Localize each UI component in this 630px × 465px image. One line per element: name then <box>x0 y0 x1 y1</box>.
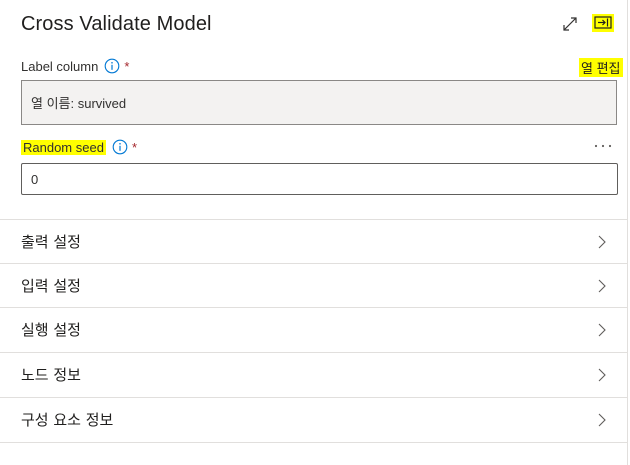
divider <box>0 442 627 443</box>
chevron-right-icon <box>598 323 606 337</box>
chevron-right-icon <box>598 413 606 427</box>
expand-icon[interactable] <box>562 16 578 32</box>
random-seed-label: Random seed * <box>21 139 137 155</box>
section-label: 실행 설정 <box>21 321 81 339</box>
random-seed-label-text: Random seed <box>21 139 106 155</box>
chevron-right-icon <box>598 235 606 249</box>
label-column-value[interactable]: 열 이름: survived <box>21 80 617 125</box>
label-column-label-text: Label column <box>21 58 99 74</box>
section-run-settings[interactable]: 실행 설정 <box>0 307 627 352</box>
chevron-right-icon <box>598 279 606 293</box>
required-mark: * <box>131 139 138 155</box>
section-node-info[interactable]: 노드 정보 <box>0 352 627 397</box>
collapse-panel-icon[interactable] <box>592 14 614 32</box>
label-column-label: Label column * <box>21 58 129 74</box>
panel-title: Cross Validate Model <box>21 13 212 35</box>
panel-border <box>627 0 628 465</box>
section-label: 출력 설정 <box>21 233 81 251</box>
section-input-settings[interactable]: 입력 설정 <box>0 263 627 308</box>
required-mark: * <box>124 58 130 74</box>
section-output-settings[interactable]: 출력 설정 <box>0 219 627 264</box>
info-icon[interactable] <box>104 58 120 74</box>
section-label: 구성 요소 정보 <box>21 411 114 429</box>
section-component-info[interactable]: 구성 요소 정보 <box>0 397 627 442</box>
chevron-right-icon <box>598 368 606 382</box>
section-label: 입력 설정 <box>21 277 81 295</box>
random-seed-input[interactable] <box>21 163 618 195</box>
more-options-icon[interactable] <box>593 139 613 153</box>
edit-columns-link[interactable]: 열 편집 <box>579 58 623 77</box>
section-label: 노드 정보 <box>21 366 81 384</box>
info-icon[interactable] <box>112 139 128 155</box>
properties-panel: Cross Validate Model Label column * 열 편집… <box>0 0 627 465</box>
